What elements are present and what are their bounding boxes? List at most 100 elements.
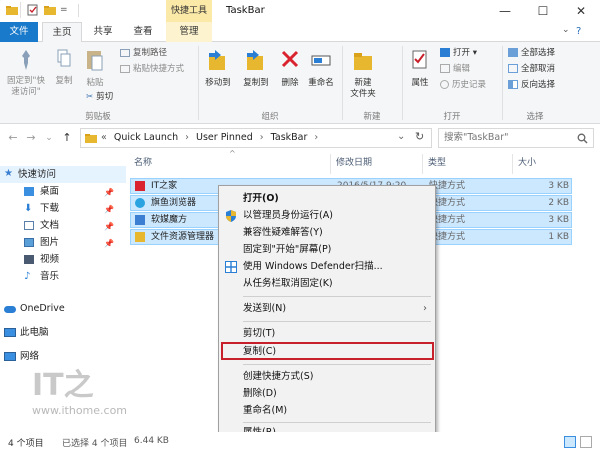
menu-item-rename[interactable]: 重命名(M): [219, 402, 435, 419]
file-size: 2 KB: [548, 198, 569, 208]
search-icon[interactable]: [577, 133, 588, 144]
help-icon[interactable]: ?: [576, 26, 581, 37]
select-all-button[interactable]: 全部选择: [508, 46, 555, 60]
up-button[interactable]: ↑: [60, 130, 74, 146]
maximize-button[interactable]: ☐: [524, 0, 562, 22]
large-icons-view-button[interactable]: [580, 436, 592, 448]
nav-item-music[interactable]: ♪ 音乐: [0, 268, 126, 285]
menu-item-unpin-taskbar[interactable]: 从任务栏取消固定(K): [219, 275, 435, 292]
copy-path-button[interactable]: 复制路径: [120, 46, 167, 60]
rename-icon: [311, 55, 331, 66]
menu-item-label: 固定到"开始"屏幕(P): [243, 244, 332, 255]
select-none-button[interactable]: 全部取消: [508, 62, 555, 76]
breadcrumb-user-pinned[interactable]: User Pinned: [196, 132, 253, 143]
address-bar[interactable]: « Quick Launch › User Pinned › TaskBar ›…: [80, 128, 432, 148]
address-row: ← → ⌄ ↑ « Quick Launch › User Pinned › T…: [0, 124, 600, 152]
paste-shortcut-button[interactable]: 粘贴快捷方式: [120, 62, 184, 76]
column-separator[interactable]: [422, 154, 423, 174]
ribbon-expand-icon[interactable]: ⌄: [562, 25, 570, 35]
column-separator[interactable]: [512, 154, 513, 174]
tab-home[interactable]: 主页: [42, 22, 82, 43]
tab-manage[interactable]: 管理: [166, 22, 212, 42]
nav-item-downloads[interactable]: ⬇ 下载 📌: [0, 200, 126, 217]
column-separator[interactable]: [330, 154, 331, 174]
cube-app-icon: [135, 215, 145, 225]
edit-button[interactable]: 编辑: [440, 62, 470, 76]
file-name: 旗鱼浏览器: [151, 198, 197, 208]
menu-item-compat-troubleshoot[interactable]: 兼容性疑难解答(Y): [219, 224, 435, 241]
forward-button[interactable]: →: [24, 130, 38, 146]
uac-shield-icon: [226, 210, 236, 222]
select-all-icon: [508, 48, 518, 57]
breadcrumb-quick-launch[interactable]: Quick Launch: [114, 132, 178, 143]
properties-button[interactable]: 属性: [406, 48, 434, 89]
copy-to-button[interactable]: 复制到: [238, 48, 274, 89]
menu-item-run-as-admin[interactable]: 以管理员身份运行(A): [219, 207, 435, 224]
invert-selection-label: 反向选择: [521, 80, 556, 90]
nav-item-quick-access[interactable]: ★ 快速访问: [0, 166, 126, 183]
nav-item-documents[interactable]: 文档 📌: [0, 217, 126, 234]
copy-button[interactable]: 复制: [50, 48, 78, 87]
minimize-button[interactable]: —: [486, 0, 524, 22]
new-folder-qa-icon[interactable]: [44, 4, 56, 16]
menu-item-defender-scan[interactable]: 使用 Windows Defender扫描...: [219, 258, 435, 275]
file-size: 3 KB: [548, 181, 569, 191]
breadcrumb-taskbar[interactable]: TaskBar: [271, 132, 308, 143]
tab-share[interactable]: 共享: [86, 22, 120, 42]
nav-item-desktop[interactable]: 桌面 📌: [0, 183, 126, 200]
open-button[interactable]: 打开 ▾: [440, 46, 477, 60]
menu-item-create-shortcut[interactable]: 创建快捷方式(S): [219, 368, 435, 385]
nav-item-pictures[interactable]: 图片 📌: [0, 234, 126, 251]
invert-selection-button[interactable]: 反向选择: [508, 78, 555, 92]
nav-item-network[interactable]: 网络: [0, 348, 126, 365]
breadcrumb-separator[interactable]: ›: [185, 132, 189, 143]
new-folder-button[interactable]: 新建 文件夹: [346, 48, 380, 100]
recent-locations-button[interactable]: ⌄: [42, 130, 56, 146]
close-button[interactable]: ✕: [562, 0, 600, 22]
menu-item-delete[interactable]: 删除(D): [219, 385, 435, 402]
breadcrumb-separator[interactable]: ›: [314, 132, 318, 143]
move-to-button[interactable]: 移动到: [200, 48, 236, 89]
pin-quick-access-button[interactable]: 固定到"快 速访问": [4, 48, 48, 98]
column-header-type[interactable]: 类型: [428, 154, 446, 172]
qa-customize-icon[interactable]: =: [60, 5, 68, 15]
ribbon: 固定到"快 速访问" 复制 粘贴 复制路径 粘贴快捷方式 ✂ 剪切 剪贴板 移动到…: [0, 42, 600, 124]
menu-item-pin-to-start[interactable]: 固定到"开始"屏幕(P): [219, 241, 435, 258]
copy-icon: [57, 49, 71, 67]
details-view-button[interactable]: [564, 436, 576, 448]
search-box[interactable]: 搜索"TaskBar": [438, 128, 594, 148]
column-header-size[interactable]: 大小: [518, 154, 536, 172]
tab-view[interactable]: 查看: [126, 22, 160, 42]
tab-file[interactable]: 文件: [0, 22, 38, 42]
rename-button[interactable]: 重命名: [304, 48, 338, 89]
back-button[interactable]: ←: [6, 130, 20, 146]
breadcrumb-overflow[interactable]: «: [101, 132, 107, 143]
column-header-name[interactable]: 名称: [134, 154, 152, 172]
search-placeholder[interactable]: 搜索"TaskBar": [444, 129, 509, 147]
delete-button[interactable]: 删除: [278, 48, 302, 89]
menu-item-send-to[interactable]: 发送到(N) ›: [219, 300, 435, 317]
breadcrumb-separator[interactable]: ›: [260, 132, 264, 143]
menu-item-label: 兼容性疑难解答(Y): [243, 227, 323, 238]
menu-item-label: 打开(O): [243, 193, 279, 204]
column-header-modified[interactable]: 修改日期: [336, 154, 372, 172]
history-button[interactable]: 历史记录: [440, 78, 486, 92]
nav-item-onedrive[interactable]: OneDrive: [0, 300, 126, 317]
menu-item-open[interactable]: 打开(O): [219, 190, 435, 207]
nav-item-label: 桌面: [40, 186, 60, 197]
nav-item-this-pc[interactable]: 此电脑: [0, 324, 126, 341]
address-dropdown-icon[interactable]: ⌄: [397, 131, 405, 142]
scissors-icon: ✂: [86, 92, 94, 102]
menu-item-cut[interactable]: 剪切(T): [219, 325, 435, 342]
new-folder-label: 新建 文件夹: [350, 78, 376, 99]
properties-qa-icon[interactable]: [27, 4, 39, 16]
cut-button[interactable]: ✂ 剪切: [86, 90, 113, 104]
ithome-watermark: IT之 www.ithome.com: [32, 370, 128, 418]
paste-button[interactable]: 粘贴: [80, 48, 110, 89]
nav-item-videos[interactable]: 视频: [0, 251, 126, 268]
qa-divider: [20, 2, 21, 18]
context-menu: 打开(O) 以管理员身份运行(A) 兼容性疑难解答(Y) 固定到"开始"屏幕(P…: [218, 185, 436, 442]
select-none-icon: [508, 64, 518, 73]
ithome-url: www.ithome.com: [32, 404, 128, 417]
refresh-icon[interactable]: ↻: [415, 130, 424, 143]
